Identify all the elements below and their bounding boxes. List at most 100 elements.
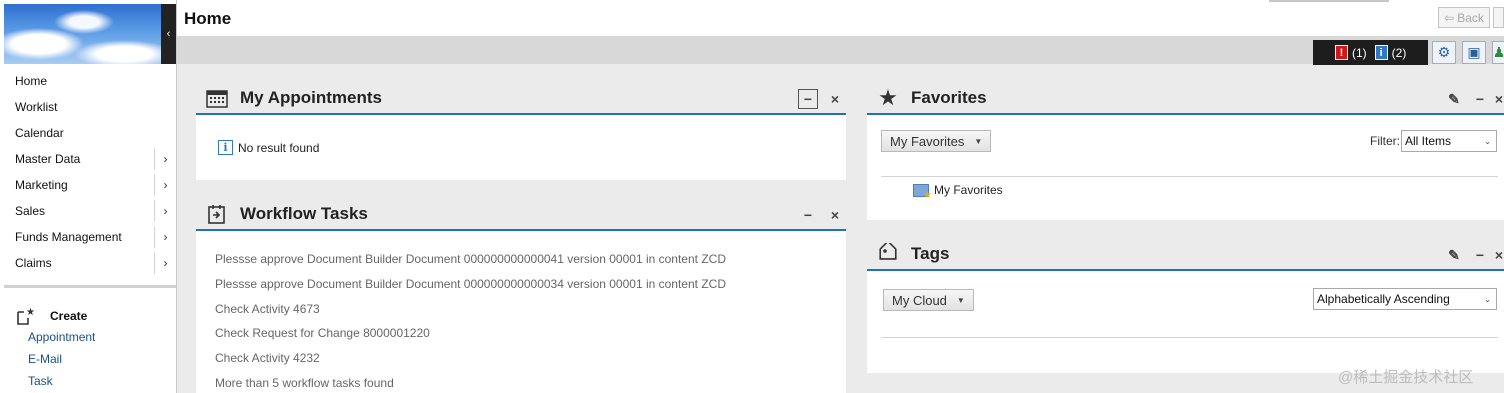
error-icon: !	[1335, 45, 1348, 60]
task-item[interactable]: Plessse approve Document Builder Documen…	[215, 247, 726, 272]
create-title: Create	[50, 309, 88, 323]
nav-item-marketing[interactable]: Marketing ›	[4, 172, 176, 198]
task-item[interactable]: Check Activity 4232	[215, 346, 726, 371]
nav-item-funds-management[interactable]: Funds Management ›	[4, 224, 176, 250]
minimize-icon[interactable]: −	[1470, 89, 1490, 109]
dropdown-label: My Favorites	[890, 133, 965, 149]
toolbar-band	[177, 36, 1504, 64]
favorite-folder-icon	[913, 183, 932, 201]
panel-header: ★ Favorites ✎ − ×	[867, 83, 1504, 115]
back-button[interactable]: ⇦ Back	[1438, 7, 1490, 28]
message-area[interactable]: ! (1) i (2)	[1313, 40, 1428, 65]
filter-label: Filter:	[1370, 134, 1400, 148]
minimize-icon[interactable]: −	[798, 205, 818, 225]
settings-button[interactable]: ⚙	[1432, 41, 1456, 64]
personalize-icon[interactable]: ✎	[1444, 89, 1464, 109]
task-item[interactable]: Plessse approve Document Builder Documen…	[215, 272, 726, 297]
workflow-tasks-panel: Workflow Tasks − × Plessse approve Docum…	[196, 199, 846, 393]
top-strip	[1269, 0, 1389, 2]
error-messages[interactable]: ! (1)	[1335, 45, 1367, 60]
title-bar: Home ⇦ Back	[177, 0, 1504, 36]
chevron-right-icon[interactable]: ›	[154, 174, 176, 196]
chevron-left-icon: ‹	[166, 28, 171, 40]
appointments-panel: My Appointments − × i No result found	[196, 83, 846, 180]
close-icon[interactable]: ×	[825, 89, 845, 109]
create-section: ★ Create Appointment E-Mail Task	[16, 306, 95, 392]
create-appointment-link[interactable]: Appointment	[28, 326, 95, 348]
page-settings-button[interactable]: ▣	[1462, 41, 1486, 64]
nav-item-master-data[interactable]: Master Data ›	[4, 146, 176, 172]
create-header: ★ Create	[16, 306, 95, 326]
panel-title: My Appointments	[240, 88, 382, 107]
error-count: (1)	[1352, 45, 1367, 60]
personalize-icon[interactable]: ✎	[1444, 245, 1464, 265]
panel-header: My Appointments − ×	[196, 83, 846, 115]
nav-item-label: Home	[15, 74, 48, 88]
close-icon[interactable]: ×	[1494, 89, 1504, 109]
minimize-icon[interactable]: −	[798, 89, 818, 109]
star-icon: ★	[878, 85, 898, 110]
favorites-panel: ★ Favorites ✎ − × My Favorites ▼ Filter:…	[867, 83, 1504, 220]
calendar-icon	[204, 85, 230, 111]
create-task-link[interactable]: Task	[28, 370, 95, 392]
chevron-down-icon: ⌄	[1484, 136, 1491, 146]
chevron-right-icon[interactable]: ›	[154, 148, 176, 170]
scroll-button[interactable]	[1493, 7, 1504, 28]
chevron-right-icon[interactable]: ›	[154, 252, 176, 274]
info-count: (2)	[1391, 45, 1407, 60]
panel-title: Favorites	[911, 88, 987, 107]
filter-value: All Items	[1405, 134, 1452, 148]
dropdown-label: My Cloud	[892, 292, 947, 308]
close-icon[interactable]: ×	[825, 205, 845, 225]
nav-item-calendar[interactable]: Calendar	[4, 120, 176, 146]
nav-item-home[interactable]: Home	[4, 68, 176, 94]
empty-state: i No result found	[218, 140, 319, 155]
nav-item-label: Master Data	[15, 152, 81, 166]
minimize-icon[interactable]: −	[1470, 245, 1490, 265]
panel-header: Tags ✎ − ×	[867, 239, 1504, 271]
favorites-dropdown[interactable]: My Favorites ▼	[881, 130, 992, 152]
nav-item-worklist[interactable]: Worklist	[4, 94, 176, 120]
caret-down-icon: ▼	[974, 136, 983, 146]
user-icon: ♟	[1493, 44, 1504, 61]
info-icon: i	[218, 140, 233, 155]
close-icon[interactable]: ×	[1494, 245, 1504, 265]
user-button[interactable]: ♟	[1492, 41, 1504, 64]
task-icon	[204, 201, 230, 227]
sky-banner-image	[4, 4, 161, 64]
sidebar: ‹ Home Worklist Calendar Master Data › Ma…	[0, 0, 177, 393]
chevron-down-icon: ⌄	[1484, 294, 1491, 304]
nav-item-label: Sales	[15, 204, 46, 218]
panel-title: Tags	[911, 244, 950, 263]
tag-icon	[875, 241, 901, 267]
favorites-folder[interactable]: My Favorites	[913, 183, 1003, 201]
sort-select[interactable]: Alphabetically Ascending ⌄	[1313, 288, 1497, 310]
task-item[interactable]: Check Request for Change 8000001220	[215, 321, 726, 346]
panel-title: Workflow Tasks	[240, 204, 368, 223]
nav-item-label: Funds Management	[15, 230, 122, 244]
filter-select[interactable]: All Items ⌄	[1401, 130, 1497, 152]
more-tasks-link[interactable]: More than 5 workflow tasks found	[215, 371, 726, 393]
create-email-link[interactable]: E-Mail	[28, 348, 95, 370]
divider	[881, 337, 1498, 338]
nav-item-claims[interactable]: Claims ›	[4, 250, 176, 276]
chevron-right-icon[interactable]: ›	[154, 200, 176, 222]
caret-down-icon: ▼	[956, 295, 965, 305]
create-new-icon: ★	[16, 306, 36, 326]
tag-cloud-dropdown[interactable]: My Cloud ▼	[883, 289, 974, 311]
navigation-menu: Home Worklist Calendar Master Data › Mark…	[4, 68, 176, 276]
empty-text: No result found	[238, 140, 320, 155]
favorites-folder-label: My Favorites	[934, 183, 1003, 197]
nav-item-label: Marketing	[15, 178, 68, 192]
collapse-sidebar-button[interactable]: ‹	[161, 4, 176, 64]
task-list: Plessse approve Document Builder Documen…	[215, 247, 726, 393]
sort-value: Alphabetically Ascending	[1317, 292, 1450, 306]
back-arrow-icon: ⇦	[1444, 10, 1455, 25]
nav-item-sales[interactable]: Sales ›	[4, 198, 176, 224]
watermark: @稀土掘金技术社区	[1338, 369, 1474, 386]
back-label: Back	[1457, 10, 1484, 25]
task-item[interactable]: Check Activity 4673	[215, 297, 726, 322]
chevron-right-icon[interactable]: ›	[154, 226, 176, 248]
info-messages[interactable]: i (2)	[1374, 45, 1407, 60]
sidebar-divider	[4, 285, 176, 288]
